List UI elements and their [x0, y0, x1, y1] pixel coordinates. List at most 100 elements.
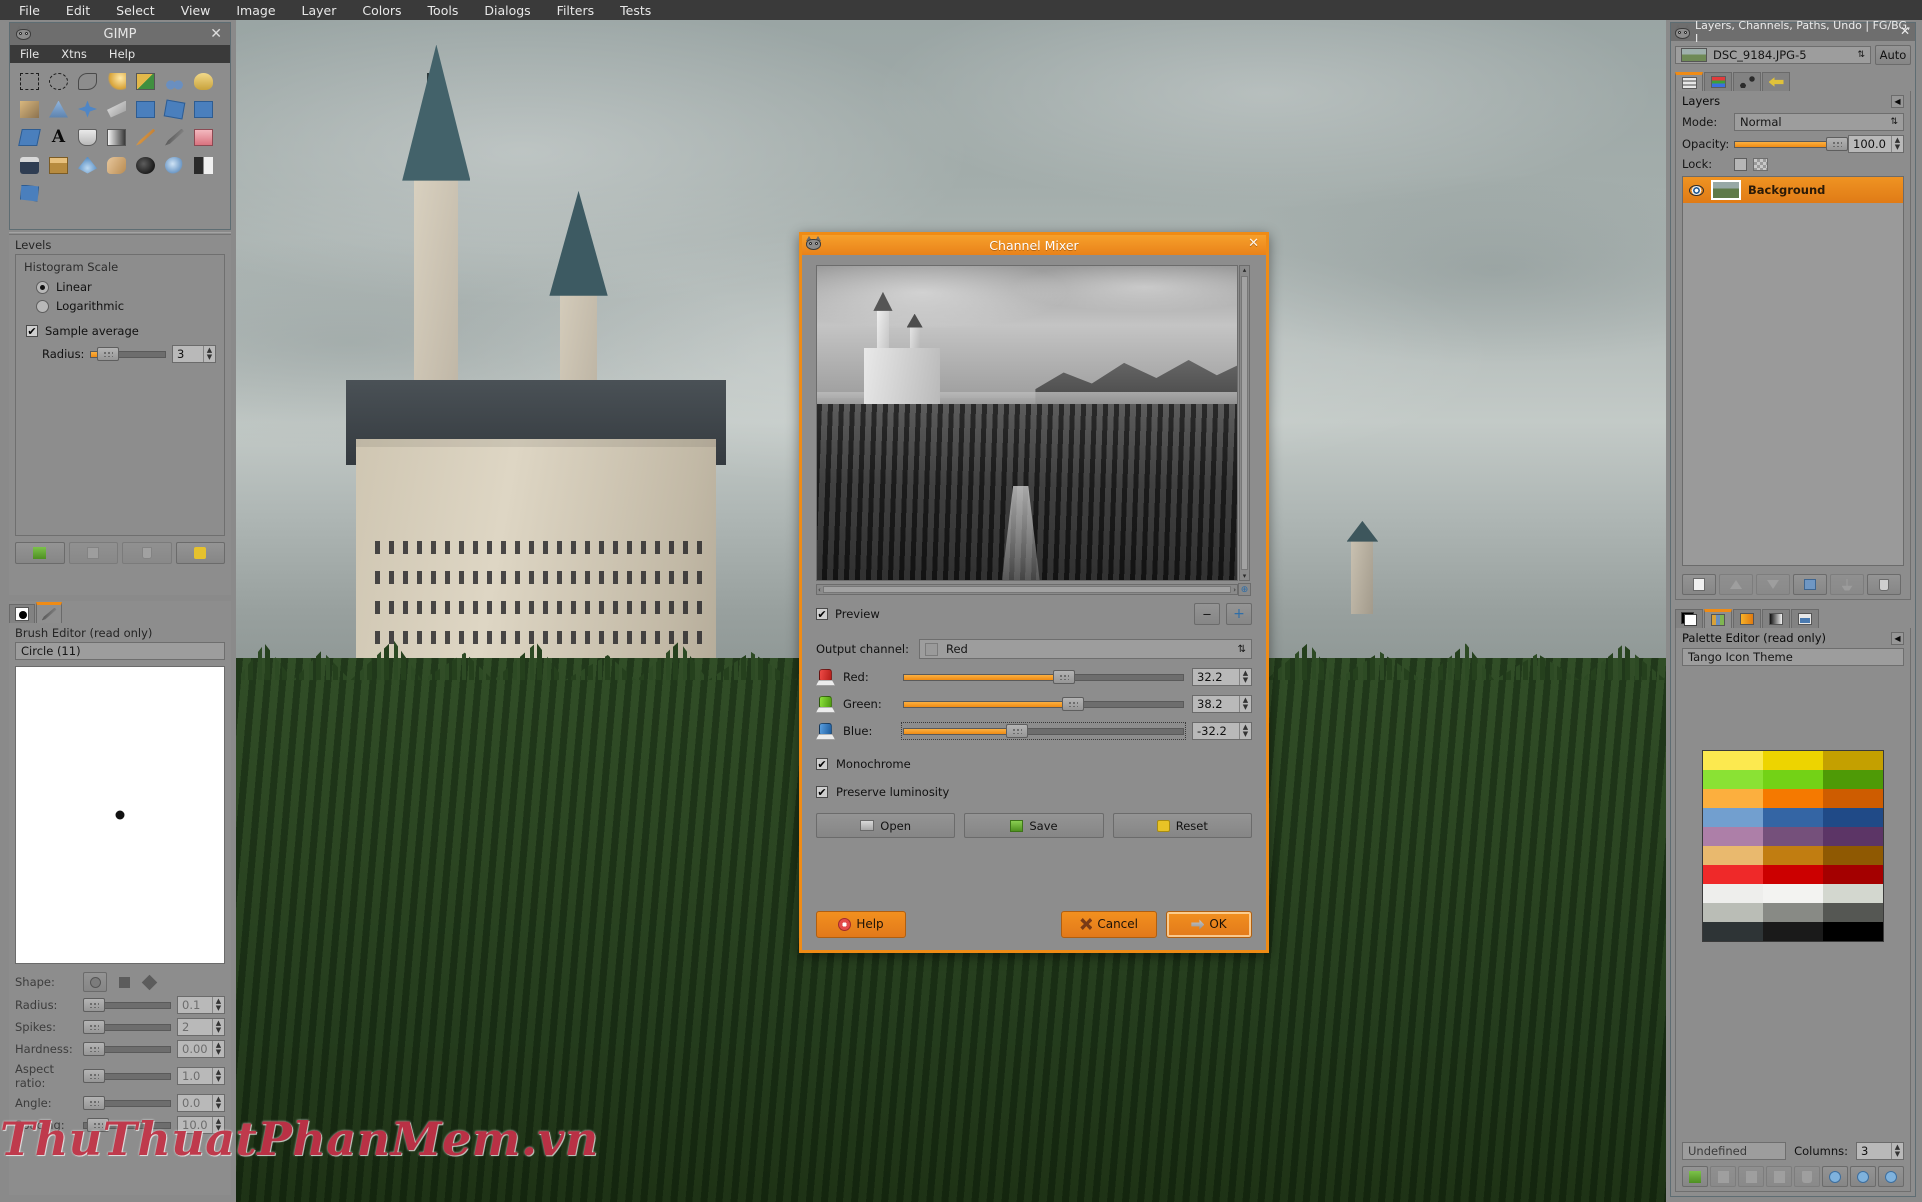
layer-opacity-slider[interactable]	[1734, 137, 1848, 151]
brush-name-field[interactable]: Circle (11)	[15, 642, 225, 660]
brush-radius-row[interactable]: Radius: 0.1 ▲ ▼	[9, 994, 231, 1016]
palette-swatch[interactable]	[1703, 770, 1763, 789]
brush-radius-spinner[interactable]: 0.1 ▲ ▼	[177, 996, 225, 1014]
monochrome-check-glyph[interactable]: ✔	[816, 758, 828, 770]
toolbox-menu-help[interactable]: Help	[109, 47, 135, 61]
right-dock-window[interactable]: Layers, Channels, Paths, Undo | FG/BG, I…	[1670, 19, 1916, 1197]
dialog-footer[interactable]: Help Cancel OK	[802, 898, 1266, 950]
image-selector-row[interactable]: DSC_9184.JPG-5 ⇅ Auto	[1671, 41, 1915, 69]
palettes-tab[interactable]	[1704, 609, 1732, 628]
palette-swatch[interactable]	[1703, 751, 1763, 770]
scroll-left-icon[interactable]: ‹	[818, 586, 821, 594]
clone-tool[interactable]	[44, 151, 73, 179]
radius-stepper-arrows[interactable]: ▲ ▼	[203, 346, 215, 362]
chevron-updown-icon[interactable]: ⇅	[1857, 50, 1865, 60]
palette-swatch[interactable]	[1703, 865, 1763, 884]
palette-swatch[interactable]	[1823, 865, 1883, 884]
menu-image[interactable]: Image	[223, 3, 288, 18]
menu-edit[interactable]: Edit	[53, 3, 103, 18]
brush-hardness-arrows[interactable]: ▲ ▼	[212, 1041, 224, 1057]
toolbox-titlebar[interactable]: GIMP ✕	[10, 23, 230, 45]
lock-alpha-checkbox[interactable]	[1753, 157, 1768, 171]
palette-swatch[interactable]	[1823, 922, 1883, 941]
preview-zoom-in-button[interactable]: +	[1226, 603, 1252, 625]
red-channel-row[interactable]: Red: 32.2 ▲ ▼	[816, 668, 1252, 686]
lock-pixels-checkbox[interactable]	[1734, 157, 1747, 171]
scroll-right-icon[interactable]: ›	[1233, 586, 1236, 594]
green-channel-slider[interactable]	[903, 697, 1184, 711]
palette-swatch[interactable]	[1763, 827, 1823, 846]
palette-swatch[interactable]	[1703, 846, 1763, 865]
color-picker-tool[interactable]	[15, 95, 44, 123]
channel-mixer-titlebar[interactable]: Channel Mixer ✕	[802, 235, 1266, 255]
blue-channel-arrows[interactable]: ▲ ▼	[1239, 723, 1251, 739]
palette-swatch[interactable]	[1823, 808, 1883, 827]
raise-layer-button[interactable]	[1719, 574, 1753, 595]
green-channel-arrows[interactable]: ▲ ▼	[1239, 696, 1251, 712]
layer-opacity-spinner[interactable]: 100.0 ▲ ▼	[1848, 135, 1904, 153]
preview-horizontal-scrollbar[interactable]: ‹ ›	[816, 584, 1238, 595]
preview-check-glyph[interactable]: ✔	[816, 608, 828, 620]
open-button[interactable]: Open	[816, 813, 956, 838]
fuzzy-select-tool[interactable]	[102, 67, 131, 95]
layers-list[interactable]: Background	[1682, 176, 1904, 566]
layer-mode-select[interactable]: Normal ⇅	[1734, 113, 1904, 131]
delete-layer-button[interactable]	[1867, 574, 1901, 595]
zoom-in-button[interactable]	[1850, 1166, 1876, 1187]
palette-status-row[interactable]: Undefined Columns: 3 ▲ ▼	[1676, 1140, 1910, 1162]
palette-swatch[interactable]	[1763, 922, 1823, 941]
ok-button[interactable]: OK	[1166, 910, 1252, 938]
brush-aspect-slider[interactable]	[83, 1069, 171, 1083]
image-selector[interactable]: DSC_9184.JPG-5 ⇅	[1675, 46, 1871, 64]
layer-opacity-row[interactable]: Opacity: 100.0 ▲ ▼	[1676, 133, 1910, 155]
gradients-tab[interactable]	[1733, 609, 1761, 628]
perspective-tool[interactable]	[15, 179, 44, 207]
brush-shape-row[interactable]: Shape:	[9, 970, 231, 994]
palette-swatch[interactable]	[1703, 903, 1763, 922]
save-palette-button[interactable]	[1682, 1166, 1708, 1187]
sample-average-checkbox[interactable]: ✔ Sample average	[26, 324, 216, 338]
save-button[interactable]: Save	[964, 813, 1104, 838]
crop-tool[interactable]	[131, 95, 160, 123]
channel-mixer-dialog[interactable]: Channel Mixer ✕ ▴ ▾ ‹ › ⊕ ✔ Preview − + …	[799, 232, 1269, 953]
red-channel-spinner[interactable]: 32.2 ▲ ▼	[1192, 668, 1252, 686]
paintbrush-tool[interactable]	[160, 123, 189, 151]
palette-swatch[interactable]	[1763, 865, 1823, 884]
palette-swatch[interactable]	[1763, 846, 1823, 865]
layer-row-background[interactable]: Background	[1683, 177, 1903, 203]
green-channel-row[interactable]: Green: 38.2 ▲ ▼	[816, 695, 1252, 713]
blue-channel-spinner[interactable]: -32.2 ▲ ▼	[1192, 722, 1252, 740]
auto-button[interactable]: Auto	[1875, 45, 1911, 65]
layer-opacity-arrows[interactable]: ▲ ▼	[1891, 136, 1903, 152]
eraser-tool[interactable]	[189, 123, 218, 151]
menu-tests[interactable]: Tests	[607, 3, 664, 18]
brush-editor-tab[interactable]	[36, 602, 62, 623]
palette-swatch[interactable]	[1823, 770, 1883, 789]
delete-color-button[interactable]	[1794, 1166, 1820, 1187]
radius-row[interactable]: Radius: 3 ▲ ▼	[42, 345, 216, 363]
radio-linear[interactable]: Linear	[36, 280, 216, 294]
layers-button-row[interactable]	[1676, 570, 1910, 599]
output-channel-select[interactable]: Red ⇅	[918, 639, 1252, 659]
tool-options-dock[interactable]: Levels Histogram Scale Linear Logarithmi…	[9, 232, 231, 595]
collapse-palette-icon[interactable]: ◀	[1891, 631, 1904, 645]
file-action-buttons[interactable]: Open Save Reset	[802, 813, 1266, 838]
radio-linear-indicator[interactable]	[36, 280, 49, 294]
duplicate-layer-button[interactable]	[1793, 574, 1827, 595]
palette-columns-arrows[interactable]: ▲ ▼	[1891, 1143, 1903, 1159]
brush-radius-arrows[interactable]: ▲ ▼	[212, 997, 224, 1013]
new-layer-button[interactable]	[1682, 574, 1716, 595]
layers-tab[interactable]	[1675, 72, 1703, 91]
align-tool[interactable]	[102, 95, 131, 123]
menu-layer[interactable]: Layer	[289, 3, 350, 18]
rect-select-tool[interactable]	[15, 67, 44, 95]
main-menubar[interactable]: File Edit Select View Image Layer Colors…	[0, 0, 1922, 20]
paths-tool[interactable]	[189, 67, 218, 95]
smudge-tool[interactable]	[102, 151, 131, 179]
palette-swatch-area[interactable]	[1682, 672, 1904, 1134]
scroll-up-icon[interactable]: ▴	[1243, 266, 1247, 274]
brush-aspect-row[interactable]: Aspect ratio: 1.0 ▲ ▼	[9, 1060, 231, 1092]
close-icon-dock[interactable]: ✕	[1900, 24, 1910, 38]
patterns-tab[interactable]	[1762, 609, 1790, 628]
paths-tab[interactable]	[1733, 72, 1761, 91]
